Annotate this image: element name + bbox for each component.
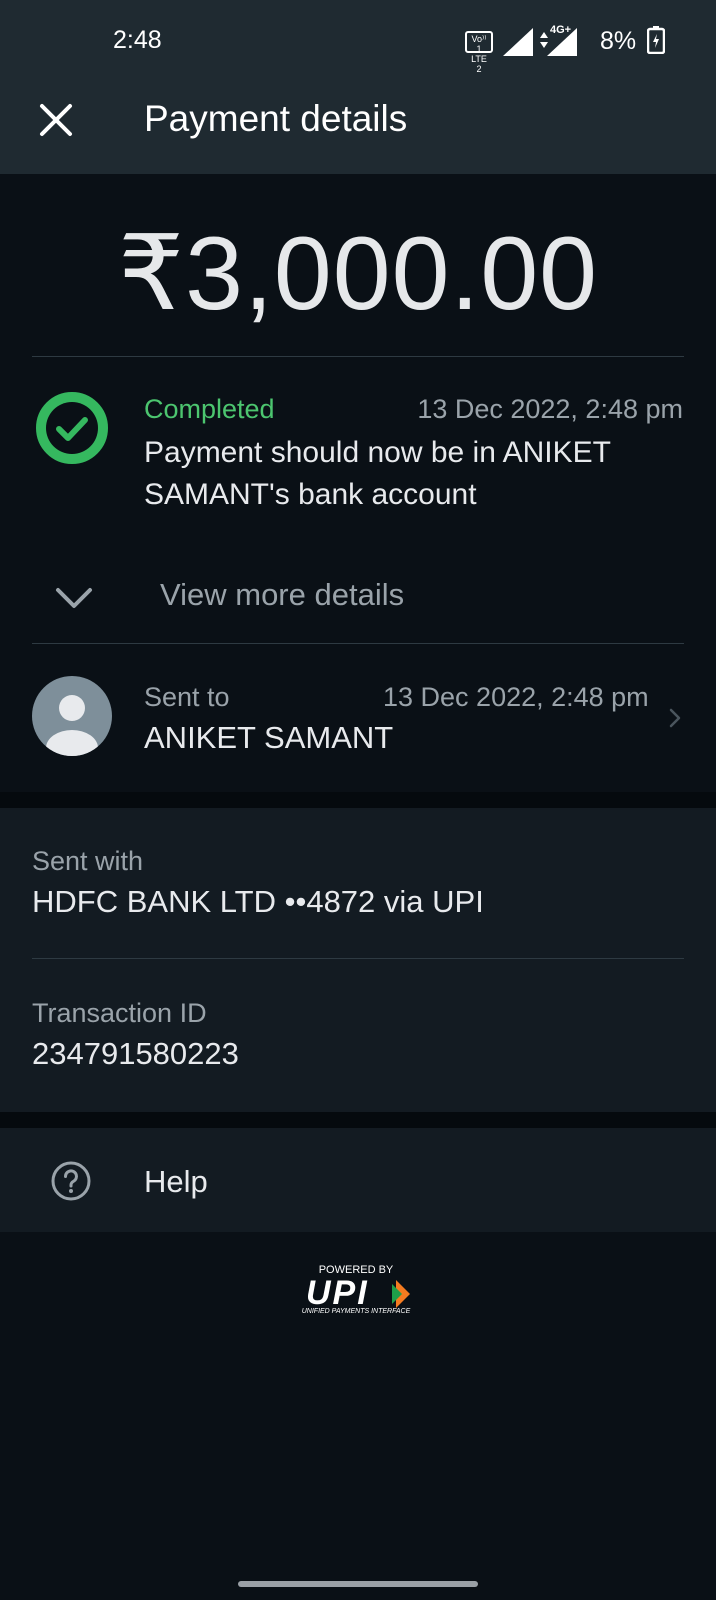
network-type-icon: 4G+: [537, 24, 577, 56]
status-time: 2:48: [113, 26, 162, 54]
section-separator: [0, 1112, 716, 1128]
person-icon: [46, 695, 98, 756]
help-label: Help: [144, 1164, 208, 1199]
sent-with-label: Sent with: [32, 846, 144, 876]
upi-subtitle: UNIFIED PAYMENTS INTERFACE: [301, 1308, 411, 1315]
close-icon[interactable]: [36, 100, 76, 140]
help-circle-icon: [51, 1161, 91, 1201]
payment-timestamp: 13 Dec 2022, 2:48 pm: [417, 394, 683, 424]
volte-line2: LTE 2: [471, 54, 487, 74]
section-separator: [0, 792, 716, 808]
page-title: Payment details: [144, 98, 408, 139]
help-button[interactable]: [0, 1128, 716, 1232]
sent-to-label: Sent to: [144, 682, 230, 712]
transaction-id-value: 234791580223: [32, 1036, 239, 1071]
upi-arrow-icon: [392, 1280, 410, 1308]
battery-label: 8%: [600, 27, 637, 55]
status-icons: Vo⁾⁾ 1 LTE 2 4G+: [465, 24, 577, 74]
transaction-id-label: Transaction ID: [32, 998, 207, 1028]
volte-icon: Vo⁾⁾ 1 LTE 2: [465, 31, 493, 74]
view-more-label: View more details: [160, 577, 405, 612]
divider: [32, 958, 684, 959]
status-badge: Completed: [144, 394, 275, 424]
check-circle-icon: [36, 392, 108, 464]
sent-to-timestamp: 13 Dec 2022, 2:48 pm: [383, 682, 649, 712]
divider: [32, 643, 684, 644]
payment-amount: ₹3,000.00: [118, 216, 598, 332]
battery-icon: [646, 26, 666, 55]
battery-percent: 8%: [600, 26, 666, 56]
volte-line1: Vo⁾⁾ 1: [471, 34, 487, 54]
signal-icon: [503, 28, 533, 56]
status-message: Payment should now be in ANIKET SAMANT's…: [144, 436, 611, 511]
chevron-right-icon: [669, 708, 681, 728]
divider: [32, 356, 684, 357]
recipient-name: ANIKET SAMANT: [144, 720, 394, 755]
home-indicator[interactable]: [238, 1581, 478, 1587]
network-type-label: 4G+: [550, 24, 572, 36]
chevron-down-icon: [56, 588, 92, 608]
view-more-details-button[interactable]: View more details: [48, 568, 468, 624]
sent-with-value: HDFC BANK LTD ••4872 via UPI: [32, 884, 484, 919]
avatar: [32, 676, 112, 756]
